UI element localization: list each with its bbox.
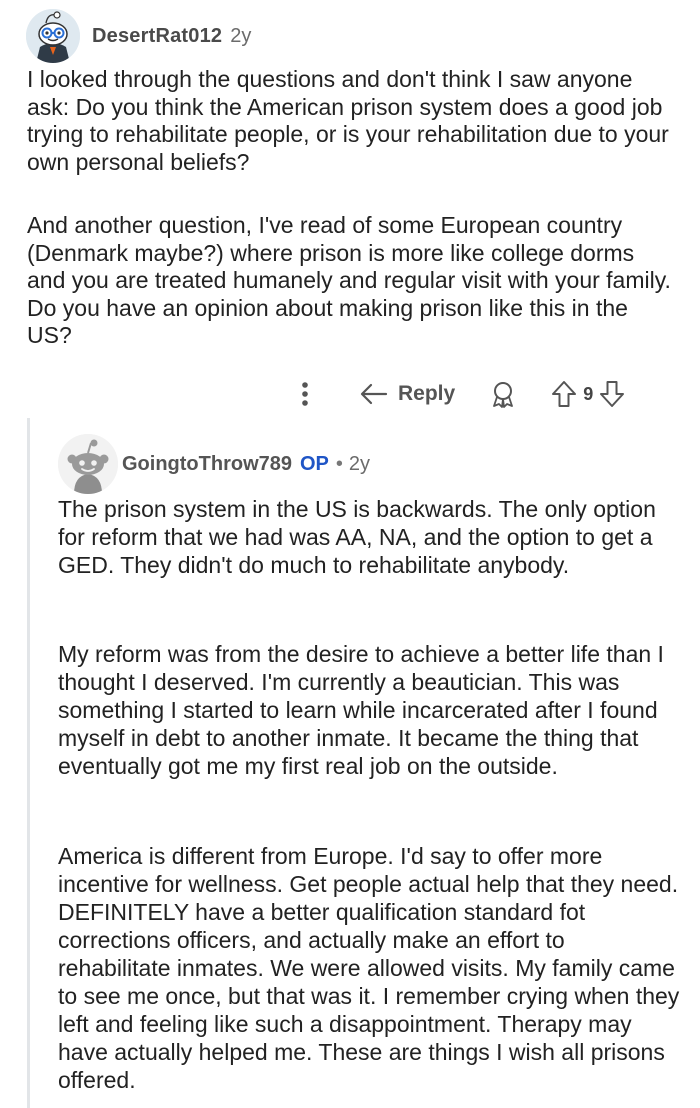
comment-age: 2y [348, 452, 371, 475]
reply-label: Reply [398, 382, 456, 405]
reply-button[interactable]: Reply [360, 382, 455, 406]
reply-comment-header: GoingtoThrow789 OP • 2y [58, 434, 370, 494]
default-snoo-avatar-icon [58, 434, 118, 494]
comment-paragraph: I looked through the questions and don't… [27, 66, 669, 175]
comment-paragraph: And another question, I've read of some … [27, 212, 671, 348]
user-avatar[interactable] [58, 434, 118, 494]
award-button[interactable] [489, 380, 517, 408]
user-avatar[interactable] [26, 9, 80, 63]
thread-collapse-line[interactable] [27, 418, 30, 1108]
comment-paragraph: America is different from Europe. I'd sa… [58, 843, 680, 1093]
comment-paragraph: The prison system in the US is backwards… [58, 496, 656, 578]
more-options-button[interactable] [290, 381, 320, 407]
more-vertical-icon [302, 382, 308, 406]
upvote-button[interactable] [551, 380, 577, 408]
downvote-arrow-icon [600, 381, 625, 407]
snoo-avatar-icon [26, 9, 80, 63]
downvote-button[interactable] [599, 380, 625, 408]
comment-author[interactable]: GoingtoThrow789 [122, 453, 292, 476]
reply-arrow-icon [360, 383, 388, 405]
op-badge: OP [300, 452, 329, 475]
parent-comment-header: DesertRat012 2y [26, 8, 251, 64]
comment-action-bar: Reply 9 [290, 374, 625, 414]
comment-age: 2y [230, 24, 252, 47]
award-icon [493, 382, 514, 408]
vote-count: 9 [583, 383, 594, 404]
comment-paragraph: My reform was from the desire to achieve… [58, 641, 664, 779]
upvote-arrow-icon [552, 381, 577, 407]
meta-separator: • [335, 452, 343, 475]
comment-author[interactable]: DesertRat012 [92, 25, 222, 48]
